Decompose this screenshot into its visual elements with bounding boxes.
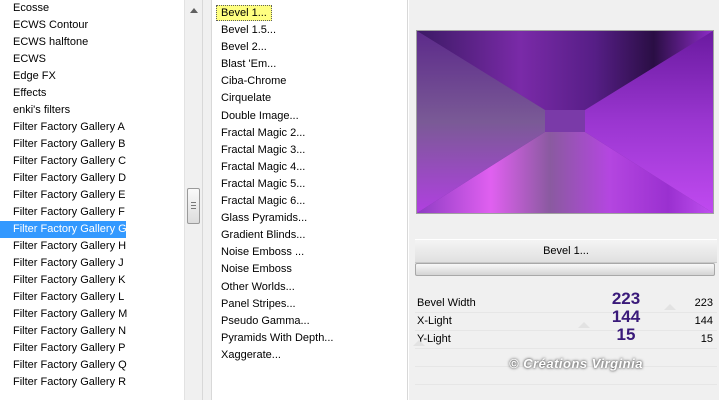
param-label: X-Light: [417, 315, 452, 327]
param-x-light[interactable]: X-Light 144 144: [415, 308, 717, 330]
progress-bar: [415, 263, 715, 276]
filter-item[interactable]: Other Worlds...: [212, 279, 407, 296]
panel-divider: [203, 0, 212, 400]
filter-item-label: Other Worlds...: [221, 280, 295, 293]
filter-item-label: Noise Emboss ...: [221, 246, 305, 259]
filter-item-label: Noise Emboss: [221, 263, 292, 276]
category-scrollbar[interactable]: [184, 0, 202, 400]
watermark-text: © Créations Virginia: [509, 356, 643, 371]
param-value[interactable]: 15: [701, 330, 713, 348]
filter-item[interactable]: Gradient Blinds...: [212, 227, 407, 244]
filter-item-label: Fractal Magic 4...: [221, 160, 306, 173]
param-y-light[interactable]: Y-Light 15 15: [415, 326, 717, 348]
filter-item[interactable]: Double Image...: [212, 108, 407, 125]
filter-item-label: Panel Stripes...: [221, 297, 296, 310]
category-item[interactable]: Filter Factory Gallery F: [0, 204, 184, 221]
category-list: Ecosse ECWS Contour ECWS halftone ECWS Edge …: [0, 0, 184, 391]
filter-list: Bevel 1... Bevel 1.5... Bevel 2... Blast 'E…: [212, 0, 407, 364]
category-item[interactable]: Filter Factory Gallery M: [0, 306, 184, 323]
slider-thumb[interactable]: [664, 304, 676, 310]
filter-item-label: Fractal Magic 3...: [221, 143, 306, 156]
filter-item[interactable]: Fractal Magic 2...: [212, 125, 407, 142]
filter-item[interactable]: Glass Pyramids...: [212, 210, 407, 227]
filter-item-label: Xaggerate...: [221, 348, 281, 361]
category-item[interactable]: Effects: [0, 85, 184, 102]
category-item[interactable]: Ecosse: [0, 0, 184, 17]
filter-item[interactable]: Ciba-Chrome: [212, 73, 407, 90]
filter-item-label: Ciba-Chrome: [221, 75, 287, 88]
filter-item-label: Fractal Magic 6...: [221, 195, 306, 208]
filter-item-label: Glass Pyramids...: [221, 212, 308, 225]
filter-item-label: Bevel 2...: [221, 41, 267, 54]
filter-item-label: Double Image...: [221, 109, 299, 122]
param-value-large: 223: [611, 289, 641, 308]
category-item[interactable]: Edge FX: [0, 68, 184, 85]
category-item[interactable]: Filter Factory Gallery E: [0, 187, 184, 204]
param-separator: [415, 384, 717, 385]
arrow-up-icon[interactable]: [190, 8, 198, 13]
filter-item[interactable]: Bevel 2...: [212, 39, 407, 56]
category-item[interactable]: Filter Factory Gallery L: [0, 289, 184, 306]
filter-item-label: Gradient Blinds...: [221, 229, 306, 242]
param-value-large: 15: [616, 325, 636, 344]
category-item[interactable]: Filter Factory Gallery K: [0, 272, 184, 289]
filter-item[interactable]: Bevel 1.5...: [212, 22, 407, 39]
category-item[interactable]: Filter Factory Gallery H: [0, 238, 184, 255]
filter-item[interactable]: Fractal Magic 6...: [212, 193, 407, 210]
filter-item[interactable]: Cirquelate: [212, 90, 407, 107]
param-value-large: 144: [611, 307, 641, 326]
filter-item-label: Bevel 1...: [216, 5, 272, 21]
settings-panel: Bevel 1... Bevel Width 223 223 X-Light 1…: [409, 0, 719, 400]
filter-item[interactable]: Pyramids With Depth...: [212, 330, 407, 347]
category-item[interactable]: Filter Factory Gallery N: [0, 323, 184, 340]
preview-graphic: [417, 31, 713, 213]
filter-item[interactable]: Fractal Magic 5...: [212, 176, 407, 193]
filter-item-label: Bevel 1.5...: [221, 24, 277, 37]
scroll-thumb-grip-icon: [191, 202, 196, 203]
filter-name-label: Bevel 1...: [415, 239, 717, 263]
category-item[interactable]: Filter Factory Gallery B: [0, 136, 184, 153]
filter-item[interactable]: Blast 'Em...: [212, 56, 407, 73]
filter-item[interactable]: Fractal Magic 4...: [212, 159, 407, 176]
filter-list-panel: Bevel 1... Bevel 1.5... Bevel 2... Blast 'E…: [212, 0, 408, 400]
category-list-panel: Ecosse ECWS Contour ECWS halftone ECWS Edge …: [0, 0, 203, 400]
filter-item[interactable]: Fractal Magic 3...: [212, 142, 407, 159]
category-item[interactable]: Filter Factory Gallery D: [0, 170, 184, 187]
category-item[interactable]: Filter Factory Gallery J: [0, 255, 184, 272]
category-item[interactable]: Filter Factory Gallery P: [0, 340, 184, 357]
category-item[interactable]: Filter Factory Gallery Q: [0, 357, 184, 374]
filter-item[interactable]: Noise Emboss ...: [212, 244, 407, 261]
filter-item-label: Blast 'Em...: [221, 58, 277, 71]
filter-item[interactable]: Xaggerate...: [212, 347, 407, 364]
category-item[interactable]: ECWS Contour: [0, 17, 184, 34]
category-item[interactable]: Filter Factory Gallery R: [0, 374, 184, 391]
category-item[interactable]: Filter Factory Gallery C: [0, 153, 184, 170]
filter-item-label: Fractal Magic 2...: [221, 126, 306, 139]
filter-item-label: Fractal Magic 5...: [221, 177, 306, 190]
category-item[interactable]: Filter Factory Gallery A: [0, 119, 184, 136]
category-item[interactable]: ECWS: [0, 51, 184, 68]
category-item[interactable]: ECWS halftone: [0, 34, 184, 51]
filter-preview-image: [416, 30, 714, 214]
param-value[interactable]: 223: [695, 294, 713, 312]
filter-item-label: Cirquelate: [221, 92, 272, 105]
param-label: Bevel Width: [417, 297, 476, 309]
param-value[interactable]: 144: [695, 312, 713, 330]
category-item[interactable]: Filter Factory Gallery G: [0, 221, 127, 238]
scroll-thumb-grip-icon: [191, 205, 196, 206]
filter-item-label: Pseudo Gamma...: [221, 314, 310, 327]
filter-item[interactable]: Pseudo Gamma...: [212, 313, 407, 330]
scroll-thumb[interactable]: [187, 188, 200, 224]
param-separator: [415, 348, 717, 349]
filter-item[interactable]: Noise Emboss: [212, 261, 407, 278]
scroll-thumb-grip-icon: [191, 208, 196, 209]
slider-thumb[interactable]: [413, 340, 425, 346]
filter-item-label: Pyramids With Depth...: [221, 331, 334, 344]
filter-item[interactable]: Bevel 1...: [212, 5, 407, 22]
slider-thumb[interactable]: [578, 322, 590, 328]
filter-item[interactable]: Panel Stripes...: [212, 296, 407, 313]
category-item[interactable]: enki's filters: [0, 102, 184, 119]
